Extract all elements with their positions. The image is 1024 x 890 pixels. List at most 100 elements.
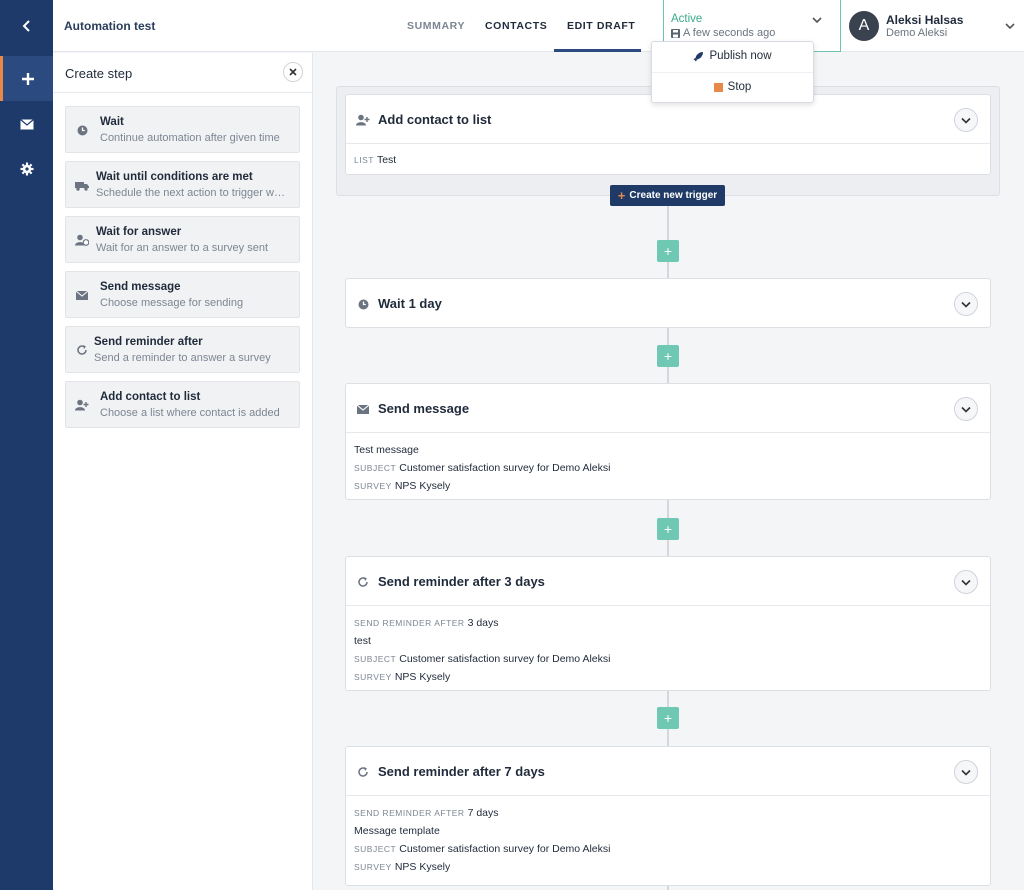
step-option-wait-for-answer[interactable]: Wait for answer Wait for an answer to a … bbox=[65, 216, 300, 263]
messages-nav-button[interactable] bbox=[0, 105, 53, 143]
user-organization: Demo Aleksi bbox=[886, 27, 948, 39]
plus-icon: + bbox=[663, 348, 673, 364]
active-tab-indicator bbox=[554, 49, 641, 52]
flow-canvas: Add contact to list LIST Test + Create new… bbox=[314, 53, 1024, 890]
user-clock-icon bbox=[75, 233, 89, 247]
envelope-icon bbox=[19, 118, 34, 129]
user-plus-icon bbox=[356, 113, 370, 127]
survey-field: SURVEY NPS Kysely bbox=[354, 861, 450, 873]
subject-field: SUBJECT Customer satisfaction survey for … bbox=[354, 843, 610, 855]
create-step-nav-button[interactable] bbox=[0, 56, 53, 101]
expand-toggle-button[interactable] bbox=[954, 108, 978, 132]
field-key: SEND REMINDER AFTER bbox=[354, 808, 465, 818]
reminder-after-field: SEND REMINDER AFTER 3 days bbox=[354, 617, 499, 629]
left-rail bbox=[0, 0, 53, 890]
chevron-down-icon bbox=[961, 579, 971, 586]
step-title: Wait bbox=[100, 116, 124, 128]
field-value: NPS Kysely bbox=[394, 480, 451, 492]
send-reminder-7-days-card[interactable]: Send reminder after 7 days SEND REMINDER… bbox=[345, 746, 991, 886]
trigger-card[interactable]: Add contact to list LIST Test bbox=[345, 94, 991, 175]
clock-icon bbox=[356, 297, 370, 311]
status-label: Active bbox=[671, 13, 703, 25]
user-plus-icon bbox=[75, 398, 89, 412]
field-value: Customer satisfaction survey for Demo Al… bbox=[399, 843, 611, 855]
expand-toggle-button[interactable] bbox=[954, 570, 978, 594]
field-value: NPS Kysely bbox=[394, 671, 451, 683]
card-title: Add contact to list bbox=[378, 112, 492, 127]
step-option-send-reminder[interactable]: Send reminder after Send a reminder to a… bbox=[65, 326, 300, 373]
plus-icon: + bbox=[663, 710, 673, 726]
tab-edit-draft[interactable]: EDIT DRAFT bbox=[567, 20, 635, 32]
step-description: Continue automation after given time bbox=[100, 132, 280, 144]
step-title: Send reminder after bbox=[94, 336, 203, 348]
subject-field: SUBJECT Customer satisfaction survey for … bbox=[354, 462, 610, 474]
card-title: Wait 1 day bbox=[378, 296, 442, 311]
message-name: test bbox=[354, 635, 371, 647]
field-key: SUBJECT bbox=[354, 654, 397, 664]
step-description: Send a reminder to answer a survey bbox=[94, 352, 271, 364]
step-option-wait[interactable]: Wait Continue automation after given tim… bbox=[65, 106, 300, 153]
add-step-button[interactable]: + bbox=[657, 345, 679, 367]
avatar[interactable]: A bbox=[849, 11, 879, 41]
wait-step-card[interactable]: Wait 1 day bbox=[345, 278, 991, 328]
field-key: SUBJECT bbox=[354, 463, 397, 473]
expand-toggle-button[interactable] bbox=[954, 292, 978, 316]
plus-icon bbox=[22, 72, 34, 85]
user-menu-chevron-icon[interactable] bbox=[1005, 22, 1015, 30]
step-option-send-message[interactable]: Send message Choose message for sending bbox=[65, 271, 300, 318]
step-option-add-contact-to-list[interactable]: Add contact to list Choose a list where … bbox=[65, 381, 300, 428]
stop-menu-item[interactable]: Stop bbox=[652, 81, 813, 93]
survey-field: SURVEY NPS Kysely bbox=[354, 671, 450, 683]
envelope-icon bbox=[356, 402, 370, 416]
redo-icon bbox=[356, 575, 370, 589]
field-key: SUBJECT bbox=[354, 844, 397, 854]
send-reminder-3-days-card[interactable]: Send reminder after 3 days SEND REMINDER… bbox=[345, 556, 991, 691]
expand-toggle-button[interactable] bbox=[954, 397, 978, 421]
step-description: Choose message for sending bbox=[100, 297, 244, 309]
stop-icon bbox=[713, 82, 723, 92]
add-step-button[interactable]: + bbox=[657, 518, 679, 540]
create-new-trigger-button[interactable]: + Create new trigger bbox=[610, 185, 725, 206]
panel-title: Create step bbox=[65, 66, 133, 81]
step-title: Wait for answer bbox=[96, 226, 182, 238]
gear-icon bbox=[20, 162, 33, 176]
plus-icon: + bbox=[663, 243, 673, 259]
automation-title: Automation test bbox=[64, 19, 156, 33]
envelope-icon bbox=[75, 288, 89, 302]
settings-nav-button[interactable] bbox=[0, 150, 53, 188]
plus-icon: + bbox=[617, 188, 626, 203]
publish-now-menu-item[interactable]: Publish now bbox=[652, 50, 813, 62]
field-value: Test bbox=[376, 154, 397, 166]
rocket-icon bbox=[693, 51, 704, 61]
card-title: Send message bbox=[378, 401, 470, 416]
reminder-after-field: SEND REMINDER AFTER 7 days bbox=[354, 807, 499, 819]
step-option-wait-until-conditions[interactable]: Wait until conditions are met Schedule t… bbox=[65, 161, 300, 208]
create-trigger-label: Create new trigger bbox=[629, 190, 718, 201]
stop-label: Stop bbox=[727, 81, 752, 93]
status-dropdown-menu: Publish now Stop bbox=[651, 41, 814, 103]
save-icon bbox=[671, 28, 680, 38]
tab-summary[interactable]: SUMMARY bbox=[407, 20, 465, 32]
status-time: A few seconds ago bbox=[683, 27, 776, 39]
field-value: 3 days bbox=[467, 617, 499, 629]
field-key: SURVEY bbox=[354, 481, 392, 491]
field-value: NPS Kysely bbox=[394, 861, 451, 873]
top-header: Automation test SUMMARY CONTACTS EDIT DR… bbox=[53, 0, 1024, 52]
back-button[interactable] bbox=[0, 0, 53, 52]
add-step-button[interactable]: + bbox=[657, 240, 679, 262]
card-title: Send reminder after 3 days bbox=[378, 574, 545, 589]
close-panel-button[interactable] bbox=[283, 62, 303, 82]
field-value: 7 days bbox=[467, 807, 499, 819]
step-title: Wait until conditions are met bbox=[96, 171, 253, 183]
step-description: Wait for an answer to a survey sent bbox=[96, 242, 268, 254]
field-key: LIST bbox=[354, 155, 374, 165]
survey-field: SURVEY NPS Kysely bbox=[354, 480, 450, 492]
expand-toggle-button[interactable] bbox=[954, 760, 978, 784]
plus-icon: + bbox=[663, 521, 673, 537]
send-message-step-card[interactable]: Send message Test message SUBJECT Custome… bbox=[345, 383, 991, 500]
menu-divider bbox=[652, 72, 813, 73]
tab-contacts[interactable]: CONTACTS bbox=[485, 20, 547, 32]
card-title: Send reminder after 7 days bbox=[378, 764, 545, 779]
user-name: Aleksi Halsas bbox=[886, 13, 964, 27]
add-step-button[interactable]: + bbox=[657, 707, 679, 729]
